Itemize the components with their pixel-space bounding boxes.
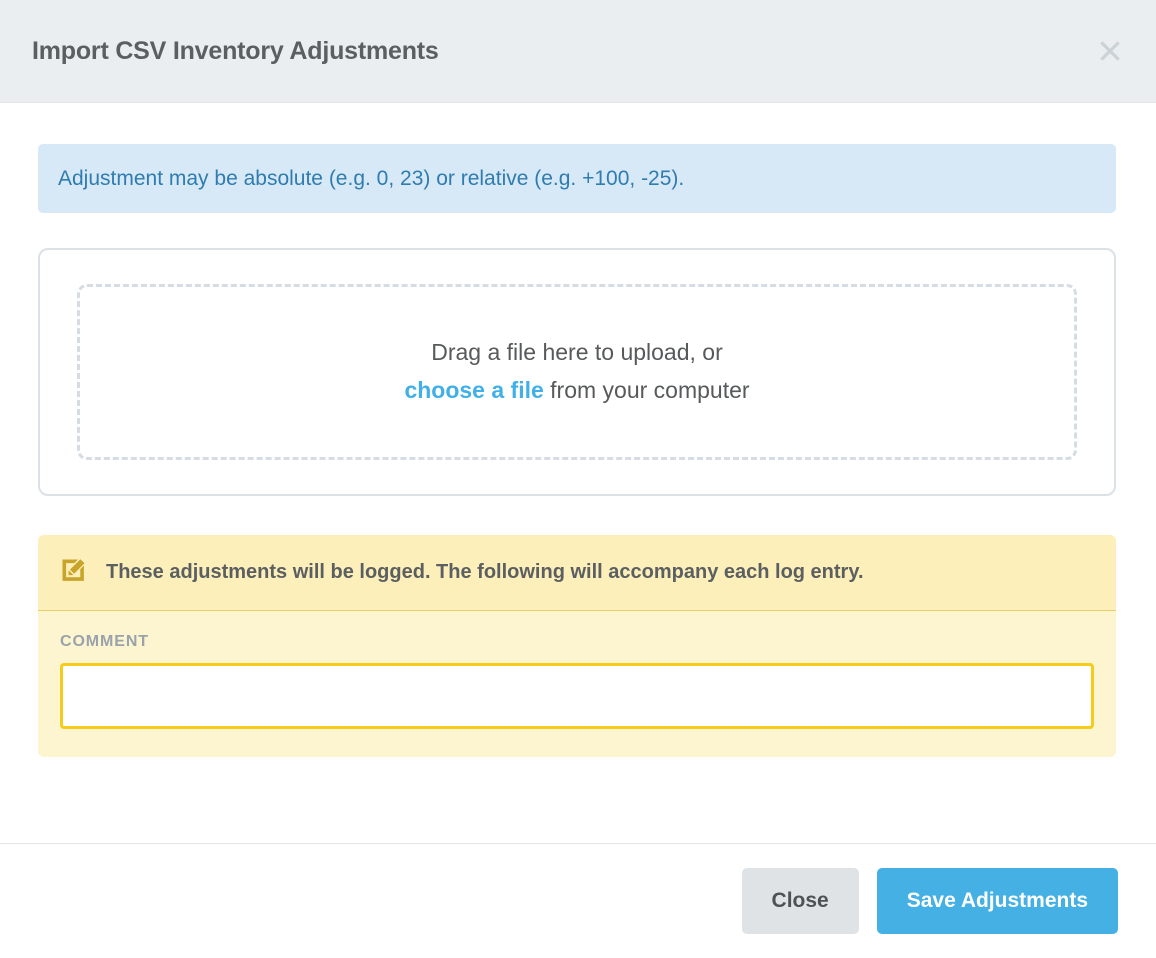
log-notice-text: These adjustments will be logged. The fo…: [106, 561, 864, 584]
info-banner-text: Adjustment may be absolute (e.g. 0, 23) …: [58, 167, 685, 190]
import-csv-modal: Import CSV Inventory Adjustments Adjustm…: [0, 0, 1156, 958]
dropzone-line-2: choose a file from your computer: [404, 372, 749, 410]
save-adjustments-button[interactable]: Save Adjustments: [876, 868, 1118, 934]
comment-label: COMMENT: [60, 633, 149, 651]
modal-header: Import CSV Inventory Adjustments: [0, 0, 1156, 103]
close-icon: [1096, 37, 1124, 65]
log-notice-body: COMMENT: [38, 611, 1116, 757]
close-button[interactable]: Close: [741, 868, 859, 934]
log-notice-panel: These adjustments will be logged. The fo…: [38, 535, 1116, 758]
page-title: Import CSV Inventory Adjustments: [32, 36, 439, 65]
pencil-square-icon: [60, 556, 88, 589]
modal-body: Adjustment may be absolute (e.g. 0, 23) …: [0, 103, 1156, 843]
dropzone-line-2-suffix: from your computer: [543, 377, 750, 404]
choose-a-file-link[interactable]: choose a file: [404, 377, 543, 403]
dropzone-line-1: Drag a file here to upload, or: [431, 339, 723, 366]
file-dropzone-dashed-area: Drag a file here to upload, or choose a …: [77, 284, 1077, 461]
modal-footer: Close Save Adjustments: [0, 843, 1156, 958]
comment-input[interactable]: [60, 663, 1094, 730]
close-icon-button[interactable]: [1090, 31, 1130, 71]
log-notice-header: These adjustments will be logged. The fo…: [38, 535, 1116, 612]
info-banner: Adjustment may be absolute (e.g. 0, 23) …: [38, 144, 1116, 214]
file-dropzone[interactable]: Drag a file here to upload, or choose a …: [38, 248, 1116, 497]
